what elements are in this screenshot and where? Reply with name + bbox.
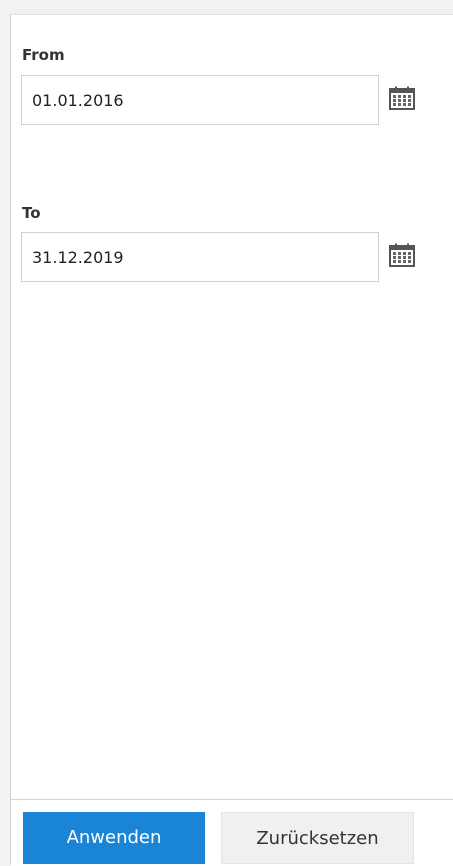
from-date-input[interactable]: [21, 75, 379, 125]
date-filter-panel: From To Anwen: [10, 14, 453, 866]
calendar-icon: [389, 243, 415, 267]
from-calendar-button[interactable]: [387, 83, 417, 113]
reset-button[interactable]: Zurücksetzen: [221, 812, 414, 864]
from-label: From: [22, 46, 65, 64]
to-label: To: [22, 204, 41, 222]
to-calendar-button[interactable]: [387, 240, 417, 270]
action-footer: Anwenden Zurücksetzen: [11, 799, 453, 866]
calendar-icon: [389, 86, 415, 110]
apply-button[interactable]: Anwenden: [23, 812, 205, 864]
to-date-input[interactable]: [21, 232, 379, 282]
